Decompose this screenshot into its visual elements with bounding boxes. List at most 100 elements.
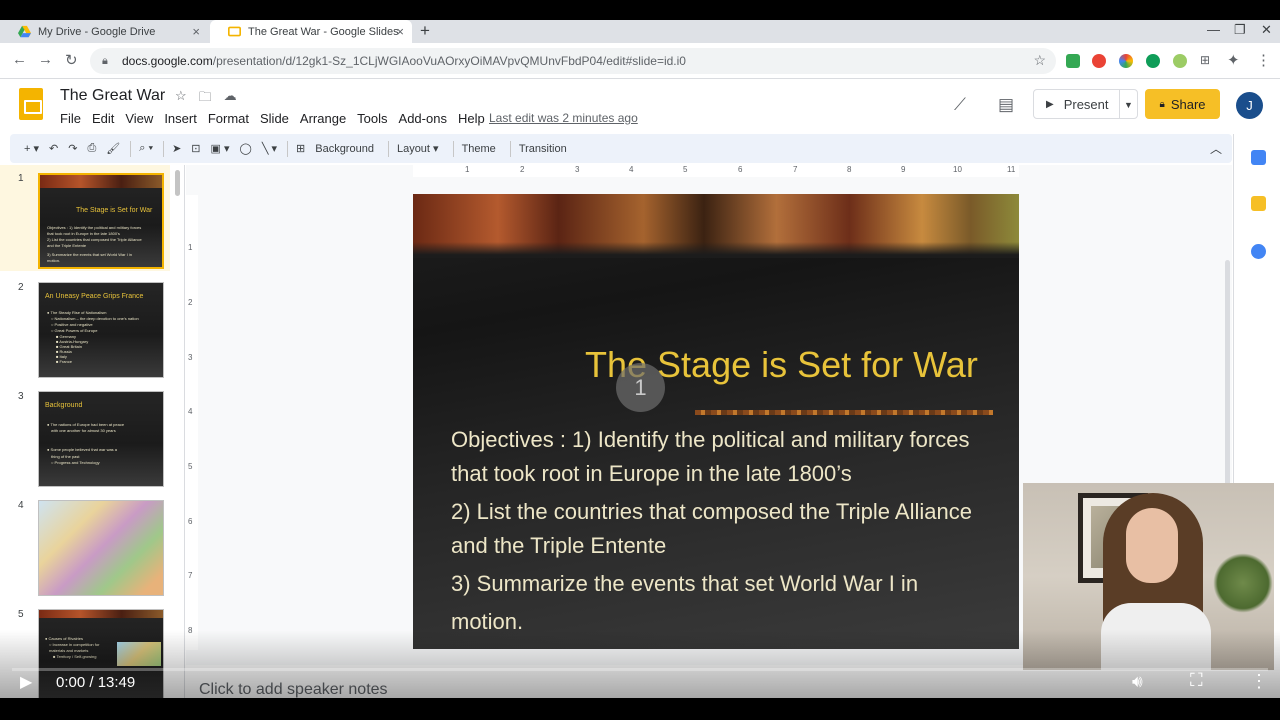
filmstrip-slide-3[interactable]: 3 Background ● The nations of Europe had… — [0, 383, 170, 489]
fullscreen-icon[interactable]: ⛶ — [1190, 670, 1203, 691]
slide-thumbnail[interactable]: The Stage is Set for War Objectives : 1)… — [38, 173, 164, 269]
play-icon[interactable]: ▶ — [20, 672, 32, 692]
theme-button[interactable]: Theme — [462, 143, 496, 155]
tab-label: The Great War - Google Slides — [248, 25, 399, 38]
select-cursor-icon[interactable]: ➤ — [172, 142, 181, 155]
shape-icon[interactable]: ◯ — [240, 142, 252, 155]
activity-trend-icon[interactable]: ⟋ — [954, 95, 966, 115]
transition-button[interactable]: Transition — [519, 143, 567, 155]
forward-arrow-icon[interactable]: → — [38, 51, 53, 68]
url-path: /presentation/d/12gk1-Sz_1CLjWGIAooVuAOr… — [212, 54, 686, 68]
grid-apps-icon[interactable]: ⊞ — [1200, 53, 1210, 67]
ruler-tick: 10 — [953, 165, 962, 174]
move-folder-icon[interactable]: 🗀︎ — [199, 88, 212, 110]
last-edit-link[interactable]: Last edit was 2 minutes ago — [489, 111, 638, 125]
background-button[interactable]: Background — [315, 143, 374, 155]
extension-icon-red[interactable] — [1092, 54, 1106, 68]
present-button[interactable]: ▶ Present — [1033, 89, 1120, 119]
share-button[interactable]: 🔒︎ Share — [1145, 89, 1220, 119]
extension-icon-multicolor[interactable] — [1119, 54, 1133, 68]
slide-body-line[interactable]: and the Triple Entente — [451, 533, 666, 559]
close-tab-icon[interactable]: × — [192, 24, 200, 39]
background-plant — [1213, 553, 1273, 613]
extension-icon-green[interactable] — [1066, 54, 1080, 68]
toolbar-divider — [163, 140, 165, 157]
filmstrip-scrollbar[interactable] — [175, 170, 180, 196]
account-avatar[interactable]: J — [1236, 92, 1263, 119]
slide-thumbnail[interactable] — [38, 500, 164, 596]
menu-format[interactable]: Format — [208, 111, 249, 126]
extension-icon-light-green[interactable] — [1173, 54, 1187, 68]
paint-format-icon[interactable]: 🖌︎ — [106, 142, 120, 155]
slides-header: The Great War ☆ 🗀︎ ☁︎ File Edit View Ins… — [0, 79, 1280, 134]
minimize-window-icon[interactable]: — — [1207, 22, 1220, 37]
text-box-icon[interactable]: ⊡ — [191, 142, 200, 155]
menu-edit[interactable]: Edit — [92, 111, 114, 126]
menu-view[interactable]: View — [125, 111, 153, 126]
video-time: 0:00 / 13:49 — [56, 674, 136, 691]
present-dropdown-icon[interactable]: ▼ — [1119, 89, 1138, 119]
menu-file[interactable]: File — [60, 111, 81, 126]
canvas-scrollbar[interactable] — [1225, 260, 1230, 495]
filmstrip-slide-2[interactable]: 2 An Uneasy Peace Grips France ● The Ste… — [0, 274, 170, 380]
browser-menu-icon[interactable]: ⋮ — [1256, 51, 1271, 69]
slides-logo-icon[interactable] — [19, 88, 43, 120]
slide-body-line[interactable]: Objectives : 1) Identify the political a… — [451, 427, 969, 453]
comment-icon[interactable]: ▤ — [998, 95, 1014, 115]
close-window-icon[interactable]: ✕ — [1261, 22, 1272, 38]
restore-window-icon[interactable]: ❐ — [1234, 22, 1246, 38]
menu-add-ons[interactable]: Add-ons — [399, 111, 447, 126]
comment-add-icon[interactable]: ⊞ — [296, 142, 305, 155]
new-slide-icon[interactable]: + ▾ — [24, 142, 39, 155]
new-tab-button[interactable]: + — [420, 21, 430, 41]
puzzle-extensions-icon[interactable]: ✦ — [1227, 51, 1240, 69]
current-slide[interactable]: The Stage is Set for War Objectives : 1)… — [413, 194, 1019, 649]
bookmark-star-icon[interactable]: ☆ — [1033, 52, 1046, 69]
menu-insert[interactable]: Insert — [164, 111, 197, 126]
keep-icon[interactable] — [1251, 196, 1266, 211]
document-title[interactable]: The Great War — [60, 87, 165, 105]
tasks-icon[interactable] — [1251, 244, 1266, 259]
volume-icon[interactable]: 🔊︎ — [1132, 672, 1143, 692]
toolbar-divider — [130, 140, 132, 157]
slide-number: 4 — [18, 500, 24, 511]
menu-help[interactable]: Help — [458, 111, 485, 126]
tab-google-slides[interactable]: The Great War - Google Slides × — [210, 20, 412, 43]
menu-slide[interactable]: Slide — [260, 111, 289, 126]
thumbnail-line: and the Triple Entente — [47, 243, 87, 248]
undo-icon[interactable]: ↶ — [49, 142, 58, 155]
address-bar[interactable]: 🔒︎ docs.google.com /presentation/d/12gk1… — [90, 48, 1056, 74]
collapse-toolbar-icon[interactable]: ︿ — [1210, 140, 1222, 157]
cloud-saved-icon[interactable]: ☁︎ — [224, 88, 237, 110]
slide-body-line[interactable]: 2) List the countries that composed the … — [451, 499, 972, 525]
zoom-icon[interactable]: ⌕ ▾ — [139, 142, 153, 155]
vertical-ruler[interactable]: 1 2 3 4 5 6 7 8 — [186, 195, 198, 650]
layout-label: Layout — [396, 143, 430, 155]
slide-thumbnail[interactable]: An Uneasy Peace Grips France ● The Stead… — [38, 282, 164, 378]
back-arrow-icon[interactable]: ← — [12, 51, 27, 68]
slide-thumbnail[interactable]: Background ● The nations of Europe had b… — [38, 391, 164, 487]
line-icon[interactable]: ╲ ▾ — [262, 142, 277, 155]
calendar-icon[interactable] — [1251, 150, 1266, 165]
print-icon[interactable]: ⎙ — [87, 142, 96, 155]
speaker-notes-placeholder[interactable]: Click to add speaker notes — [199, 681, 388, 699]
extension-icon-circle-green[interactable] — [1146, 54, 1160, 68]
slide-body-line[interactable]: motion. — [451, 609, 523, 635]
more-options-icon[interactable]: ⋮ — [1250, 671, 1268, 692]
filmstrip-slide-4[interactable]: 4 — [0, 492, 170, 598]
slide-body-line[interactable]: that took root in Europe in the late 180… — [451, 461, 852, 487]
layout-button[interactable]: Layout ▾ — [397, 142, 439, 155]
menu-arrange[interactable]: Arrange — [300, 111, 346, 126]
star-icon[interactable]: ☆ — [175, 88, 187, 110]
filmstrip-slide-1[interactable]: 1 The Stage is Set for War Objectives : … — [0, 165, 170, 271]
tab-my-drive[interactable]: My Drive - Google Drive × — [0, 20, 208, 43]
slide-body-line[interactable]: 3) Summarize the events that set World W… — [451, 571, 918, 597]
close-tab-icon[interactable]: × — [396, 24, 404, 39]
video-progress-bar[interactable] — [12, 668, 1268, 671]
reload-icon[interactable]: ↻ — [65, 51, 78, 69]
horizontal-ruler[interactable]: 1 2 3 4 5 6 7 8 9 10 11 — [413, 165, 1019, 177]
menu-tools[interactable]: Tools — [357, 111, 387, 126]
redo-icon[interactable]: ↷ — [68, 142, 77, 155]
image-icon[interactable]: ▣ ▾ — [211, 142, 230, 155]
ruler-tick: 2 — [520, 165, 525, 174]
